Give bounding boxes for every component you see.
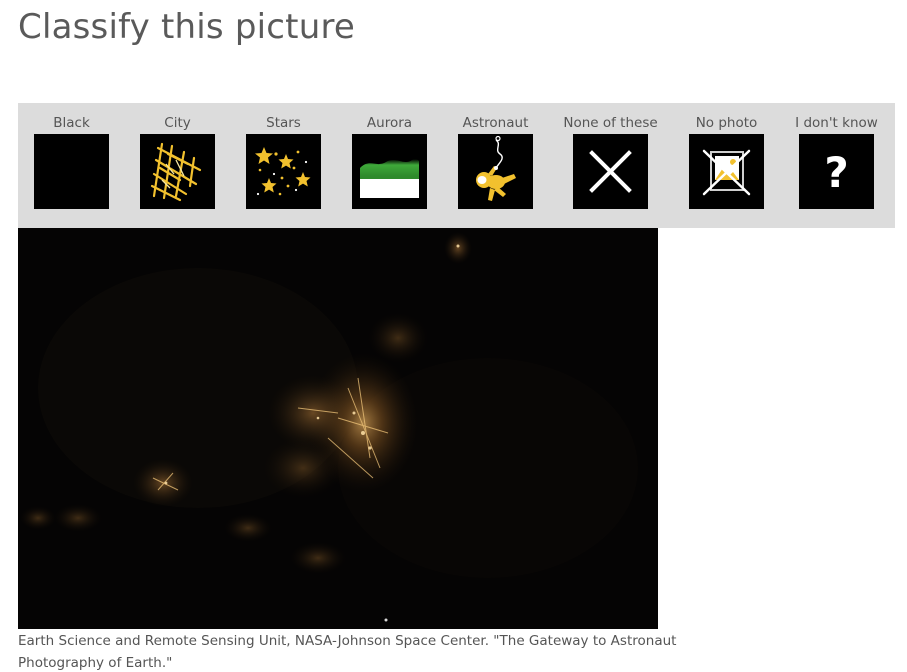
option-label: Aurora: [366, 115, 413, 131]
option-label: Astronaut: [462, 115, 529, 131]
option-label: None of these: [563, 115, 658, 131]
option-astronaut[interactable]: Astronaut: [458, 103, 533, 228]
option-label: City: [164, 115, 191, 131]
aurora-icon[interactable]: [352, 134, 427, 209]
option-i-dont-know[interactable]: I don't know ?: [795, 103, 878, 228]
stars-icon[interactable]: [246, 134, 321, 209]
option-label: I don't know: [795, 115, 878, 131]
svg-text:?: ?: [824, 148, 848, 197]
option-aurora[interactable]: Aurora: [352, 103, 427, 228]
black-square-icon[interactable]: [34, 134, 109, 209]
option-label: Black: [53, 115, 90, 131]
city-lights-icon[interactable]: [140, 134, 215, 209]
page: Classify this picture Black City Stars A…: [0, 0, 907, 672]
night-earth-photo: [18, 228, 658, 629]
option-stars[interactable]: Stars: [246, 103, 321, 228]
no-photo-icon[interactable]: [689, 134, 764, 209]
option-label: No photo: [695, 115, 758, 131]
cross-icon[interactable]: [573, 134, 648, 209]
option-none-of-these[interactable]: None of these: [563, 103, 658, 228]
photo-credit: Earth Science and Remote Sensing Unit, N…: [18, 633, 677, 671]
astronaut-icon[interactable]: [458, 134, 533, 209]
option-label: Stars: [266, 115, 301, 131]
option-no-photo[interactable]: No photo: [689, 103, 764, 228]
page-title: Classify this picture: [18, 7, 355, 47]
option-city[interactable]: City: [140, 103, 215, 228]
question-mark-icon[interactable]: ?: [799, 134, 874, 209]
option-black[interactable]: Black: [34, 103, 109, 228]
classification-options-bar: Black City Stars Aurora Astronaut None o…: [18, 103, 895, 228]
